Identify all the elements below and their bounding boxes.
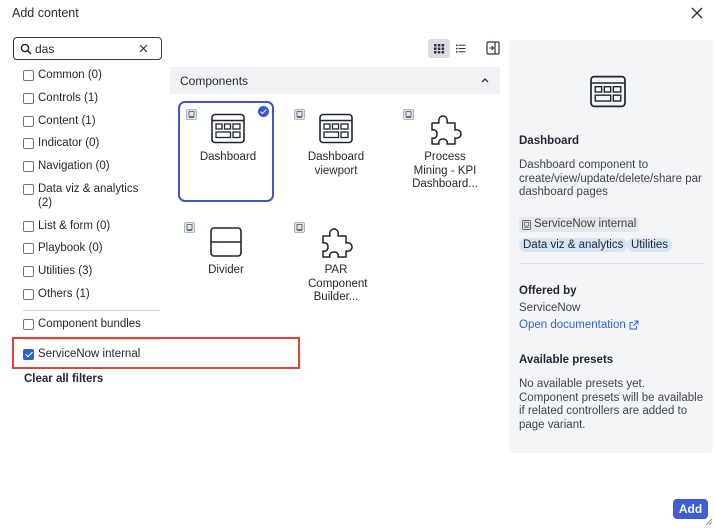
filter-label: Controls (1) [38,92,99,104]
servicenow-internal-tag: ServiceNow internal [519,217,640,232]
component-label: PAR Component Builder... [308,264,368,303]
grid-icon [434,44,445,54]
component-card-dashboard[interactable]: Dashboard [178,101,274,202]
filter-others[interactable]: Others (1) [23,287,163,301]
checkbox[interactable] [23,266,34,277]
filter-playbook[interactable]: Playbook (0) [23,241,163,255]
close-icon[interactable] [689,5,705,21]
category-pill: Utilities [627,238,673,252]
link-label: Open documentation [519,319,626,331]
component-card-dashboard-viewport[interactable]: Dashboard viewport [288,103,384,203]
filter-navigation[interactable]: Navigation (0) [23,159,163,173]
checkbox[interactable] [23,161,34,172]
add-content-dialog: Add content Common (0) Controls (1) Cont… [0,0,715,528]
filter-label: Common (0) [38,69,102,81]
dialog-title: Add content [12,6,79,20]
filter-data-viz[interactable]: Data viz & analytics (2) [23,182,143,210]
filter-utilities[interactable]: Utilities (3) [23,264,163,278]
search-field[interactable] [13,37,162,60]
servicenow-internal-icon [522,219,531,230]
checkbox[interactable] [23,319,34,330]
list-icon [456,44,466,53]
clear-all-filters-link[interactable]: Clear all filters [24,373,103,385]
filter-label: Content (1) [38,115,96,127]
external-link-icon [629,320,639,330]
detail-divider [519,263,705,264]
puzzle-icon [322,228,353,258]
selected-check-icon [258,106,269,117]
filter-label: Others (1) [38,288,90,300]
servicenow-internal-icon [186,109,197,120]
available-presets-text: No available presets yet. Component pres… [519,378,704,431]
component-card-divider[interactable]: Divider [178,216,274,316]
filter-controls[interactable]: Controls (1) [23,91,163,105]
chevron-up-icon [481,78,489,83]
resize-handle-icon[interactable] [704,517,713,526]
components-section-header[interactable]: Components [170,67,500,94]
section-title: Components [180,74,249,88]
component-label: Process Mining - KPI Dashboard... [412,151,478,190]
filter-label: Playbook (0) [38,242,103,254]
detail-description: Dashboard component to create/view/updat… [519,159,702,198]
filter-content[interactable]: Content (1) [23,114,163,128]
component-label: Divider [208,264,244,276]
checkbox[interactable] [23,289,34,300]
collapse-panel-icon[interactable] [486,41,500,55]
dashboard-viewport-icon [319,113,353,144]
open-documentation-link[interactable]: Open documentation [519,319,639,331]
filter-label: Navigation (0) [38,160,110,172]
filter-indicator[interactable]: Indicator (0) [23,136,163,150]
filter-label: Data viz & analytics (2) [38,183,139,209]
view-toggle [428,39,472,58]
filter-common[interactable]: Common (0) [23,68,163,82]
tag-label: ServiceNow internal [534,218,637,230]
component-detail-panel: Dashboard Dashboard component to create/… [509,40,713,453]
filter-label: Component bundles [38,318,141,330]
servicenow-internal-icon [403,109,414,120]
checkbox[interactable] [23,70,34,81]
filter-label: Indicator (0) [38,137,100,149]
filter-label: Utilities (3) [38,265,93,277]
checkbox[interactable] [23,93,34,104]
checkbox[interactable] [23,116,34,127]
offered-by-heading: Offered by [519,285,577,297]
filter-divider [23,310,160,311]
component-label: Dashboard viewport [307,151,365,177]
checkbox[interactable] [23,138,34,149]
checkbox[interactable] [23,243,34,254]
filter-component-bundles[interactable]: Component bundles [23,317,163,331]
servicenow-internal-icon [294,109,305,120]
category-pill: Data viz & analytics [519,238,628,252]
servicenow-internal-icon [294,222,305,233]
component-label: Dashboard [199,151,257,163]
search-input[interactable] [35,40,135,57]
dashboard-icon [211,113,245,144]
available-presets-heading: Available presets [519,354,614,366]
puzzle-icon [431,115,462,145]
add-button[interactable]: Add [673,499,708,519]
component-card-par-component-builder[interactable]: PAR Component Builder... [288,216,384,316]
divider-icon [210,227,242,257]
detail-component-name: Dashboard [519,135,580,147]
dashboard-icon [590,75,626,108]
checkbox[interactable] [23,184,34,195]
servicenow-internal-icon [184,222,195,233]
list-view-button[interactable] [450,39,472,58]
grid-view-button[interactable] [428,39,450,58]
offered-by-value: ServiceNow [519,302,581,314]
filter-list-form[interactable]: List & form (0) [23,219,163,233]
highlight-box [12,337,300,369]
search-icon [20,43,32,55]
component-card-process-mining[interactable]: Process Mining - KPI Dashboard... [397,103,493,203]
filter-label: List & form (0) [38,220,111,232]
clear-search-icon[interactable] [137,42,150,55]
checkbox[interactable] [23,221,34,232]
